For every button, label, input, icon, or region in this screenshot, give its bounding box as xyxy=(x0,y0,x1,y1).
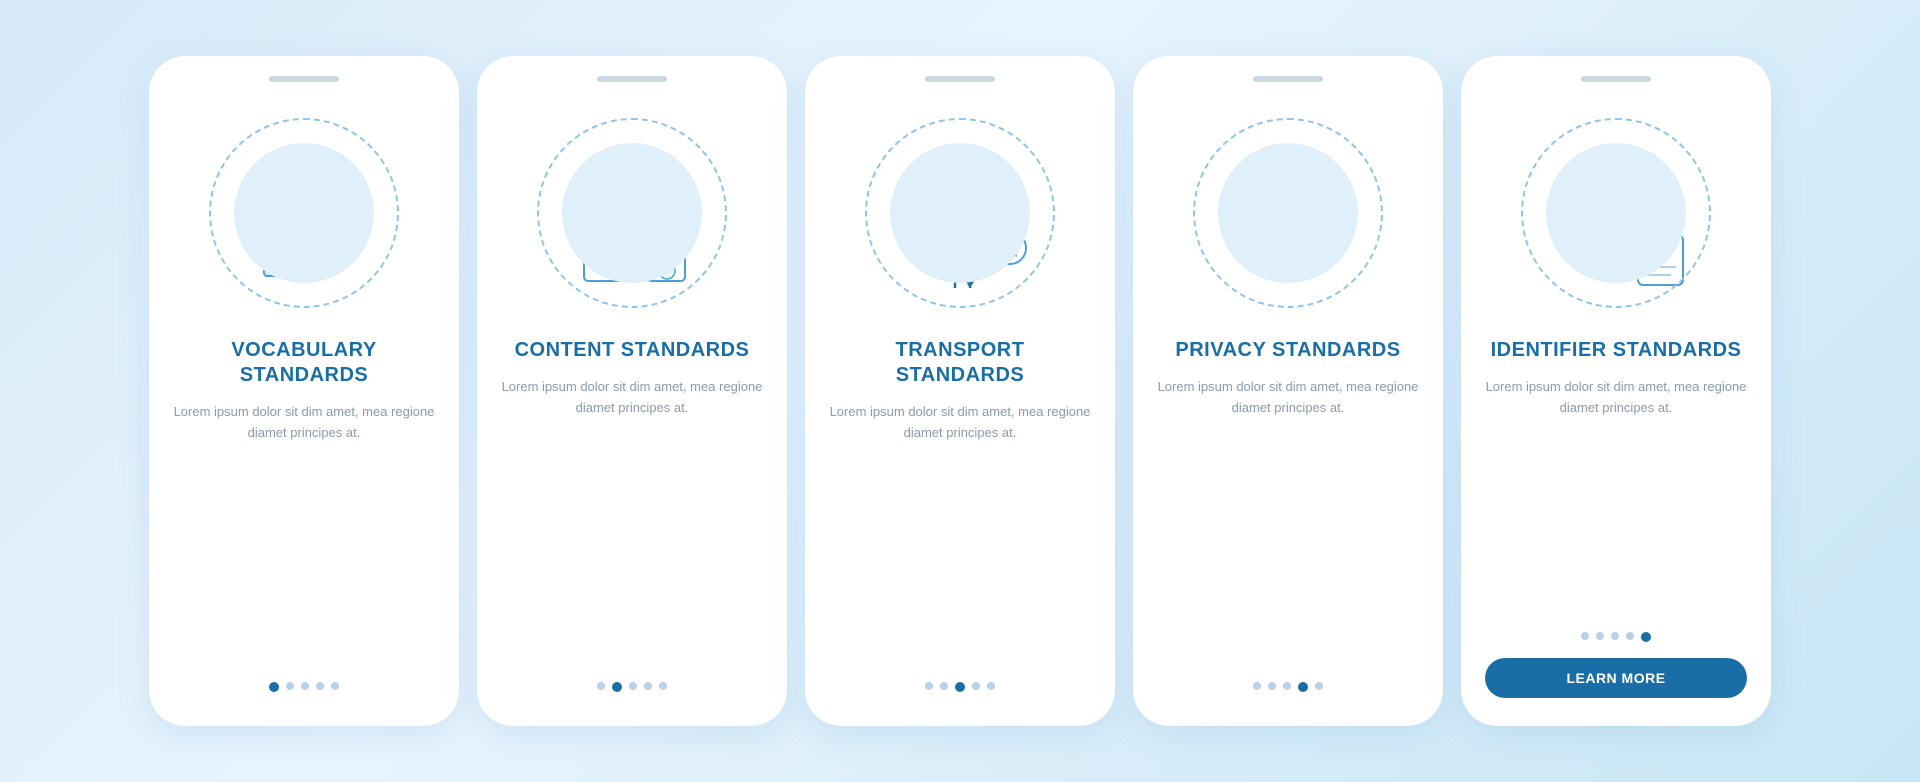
content-dots xyxy=(597,682,667,692)
dot-2[interactable] xyxy=(940,682,948,690)
dashed-circle xyxy=(537,118,727,308)
phone-notch xyxy=(597,76,667,82)
dashed-circle xyxy=(209,118,399,308)
identifier-illustration xyxy=(1506,98,1726,328)
identifier-dots xyxy=(1581,632,1651,642)
dot-1[interactable] xyxy=(269,682,279,692)
dot-3[interactable] xyxy=(1283,682,1291,690)
dot-5[interactable] xyxy=(659,682,667,690)
dashed-circle xyxy=(865,118,1055,308)
content-card: i xyxy=(477,56,787,726)
dot-4[interactable] xyxy=(972,682,980,690)
phone-notch xyxy=(1253,76,1323,82)
content-text: Lorem ipsum dolor sit dim amet, mea regi… xyxy=(501,377,763,664)
dot-4[interactable] xyxy=(644,682,652,690)
dot-2[interactable] xyxy=(612,682,622,692)
dashed-circle xyxy=(1193,118,1383,308)
privacy-title: PRIVACY STANDARDS xyxy=(1175,338,1400,363)
vocabulary-illustration: A-Z xyxy=(194,98,414,328)
dot-4[interactable] xyxy=(316,682,324,690)
dot-2[interactable] xyxy=(286,682,294,690)
dot-1[interactable] xyxy=(1253,682,1261,690)
transport-text: Lorem ipsum dolor sit dim amet, mea regi… xyxy=(829,402,1091,664)
dot-4[interactable] xyxy=(1626,632,1634,640)
dot-2[interactable] xyxy=(1268,682,1276,690)
dot-3[interactable] xyxy=(629,682,637,690)
dot-5[interactable] xyxy=(331,682,339,690)
dot-3[interactable] xyxy=(955,682,965,692)
privacy-text: Lorem ipsum dolor sit dim amet, mea regi… xyxy=(1157,377,1419,664)
dot-3[interactable] xyxy=(1611,632,1619,640)
cards-container: A-Z VOCABULARY STANDARDS Lo xyxy=(89,26,1831,756)
dot-3[interactable] xyxy=(301,682,309,690)
transport-card: TRANSPORT STANDARDS Lorem ipsum dolor si… xyxy=(805,56,1115,726)
vocabulary-text: Lorem ipsum dolor sit dim amet, mea regi… xyxy=(173,402,435,664)
dot-5[interactable] xyxy=(1641,632,1651,642)
transport-illustration xyxy=(850,98,1070,328)
phone-notch xyxy=(925,76,995,82)
vocabulary-dots xyxy=(269,682,339,692)
privacy-dots xyxy=(1253,682,1323,692)
vocabulary-card: A-Z VOCABULARY STANDARDS Lo xyxy=(149,56,459,726)
phone-notch xyxy=(1581,76,1651,82)
learn-more-button[interactable]: LEARN MORE xyxy=(1485,658,1747,698)
dot-4[interactable] xyxy=(1298,682,1308,692)
privacy-card: 1 1 0 0 1 1 1 0 0 0 0 1 PRIVACY STANDARD… xyxy=(1133,56,1443,726)
identifier-text: Lorem ipsum dolor sit dim amet, mea regi… xyxy=(1485,377,1747,614)
vocabulary-title: VOCABULARY STANDARDS xyxy=(173,338,435,388)
dot-1[interactable] xyxy=(597,682,605,690)
dashed-circle xyxy=(1521,118,1711,308)
identifier-title: IDENTIFIER STANDARDS xyxy=(1491,338,1742,363)
transport-title: TRANSPORT STANDARDS xyxy=(829,338,1091,388)
dot-5[interactable] xyxy=(987,682,995,690)
dot-2[interactable] xyxy=(1596,632,1604,640)
identifier-card: IDENTIFIER STANDARDS Lorem ipsum dolor s… xyxy=(1461,56,1771,726)
phone-notch xyxy=(269,76,339,82)
dot-5[interactable] xyxy=(1315,682,1323,690)
transport-dots xyxy=(925,682,995,692)
content-illustration: i xyxy=(522,98,742,328)
privacy-illustration: 1 1 0 0 1 1 1 0 0 0 0 1 xyxy=(1178,98,1398,328)
dot-1[interactable] xyxy=(925,682,933,690)
content-title: CONTENT STANDARDS xyxy=(515,338,750,363)
dot-1[interactable] xyxy=(1581,632,1589,640)
